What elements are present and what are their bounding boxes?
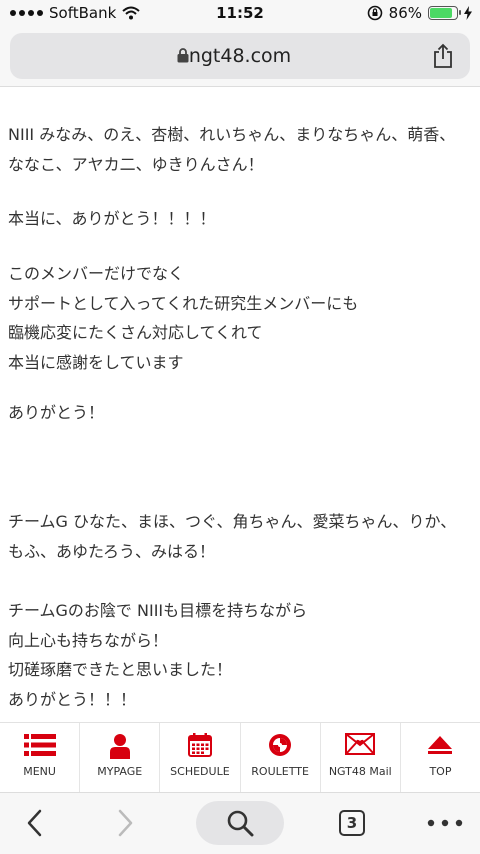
more-button[interactable]	[420, 801, 470, 845]
tabs-button[interactable]: 3	[332, 801, 372, 845]
ngt48-mail-label: NGT48 Mail	[328, 765, 392, 778]
url-domain[interactable]: ngt48.com	[10, 45, 470, 67]
chevron-right-icon	[118, 809, 133, 837]
roulette-button[interactable]: ROULETTE	[241, 723, 321, 793]
calendar-icon	[187, 733, 212, 757]
orientation-lock-icon	[367, 5, 382, 21]
address-bar[interactable]: ngt48.com	[10, 33, 470, 79]
tab-count: 3	[339, 810, 365, 836]
battery-icon	[428, 6, 461, 20]
site-bottom-menu: MENU MYPAGE SCHEDULE ROULETTE NGT48 Mail…	[0, 722, 480, 793]
menu-label: MENU	[23, 765, 56, 778]
menu-icon	[23, 734, 56, 756]
mypage-button[interactable]: MYPAGE	[80, 723, 161, 793]
address-bar-area: ngt48.com	[0, 28, 480, 87]
battery-percent: 86%	[388, 4, 422, 22]
roulette-label: ROULETTE	[251, 765, 309, 778]
roulette-icon	[269, 734, 292, 756]
menu-button[interactable]: MENU	[0, 723, 81, 793]
article-paragraph: チームGのお陰で NIIIも目標を持ちながら 向上心も持ちながら！ 切磋琢磨でき…	[8, 601, 308, 709]
top-arrow-icon	[428, 736, 453, 754]
mail-icon	[345, 733, 376, 755]
mypage-label: MYPAGE	[97, 765, 143, 778]
chevron-left-icon	[27, 809, 42, 837]
article-paragraph: ありがとう！	[8, 403, 105, 422]
browser-toolbar: 3	[0, 792, 480, 854]
ngt48-mail-button[interactable]: NGT48 Mail	[321, 723, 401, 793]
article-paragraph: 本当に、ありがとう！！！！	[8, 209, 216, 228]
top-button[interactable]: TOP	[401, 723, 480, 793]
article-paragraph: NIII みなみ、のえ、杏樹、れいちゃん、まりなちゃん、萌香、ななこ、アヤカ二、…	[8, 125, 456, 174]
schedule-label: SCHEDULE	[170, 765, 230, 778]
back-button[interactable]	[14, 801, 54, 845]
status-right-group: 86%	[367, 4, 472, 22]
forward-button[interactable]	[106, 801, 146, 845]
charging-icon	[464, 6, 472, 20]
more-dots-icon	[427, 819, 463, 827]
share-icon[interactable]	[432, 43, 454, 69]
search-icon	[227, 810, 254, 837]
status-bar: SoftBank 11:52 86%	[0, 0, 480, 28]
schedule-button[interactable]: SCHEDULE	[160, 723, 241, 793]
top-label: TOP	[429, 765, 452, 778]
article-paragraph: このメンバーだけでなく サポートとして入ってくれた研究生メンバーにも 臨機応変に…	[8, 264, 359, 372]
search-button[interactable]	[196, 801, 284, 845]
person-icon	[109, 734, 130, 759]
article-paragraph: チームG ひなた、まほ、つぐ、角ちゃん、愛菜ちゃん、りか、もふ、あゆたろう、みは…	[8, 512, 457, 561]
